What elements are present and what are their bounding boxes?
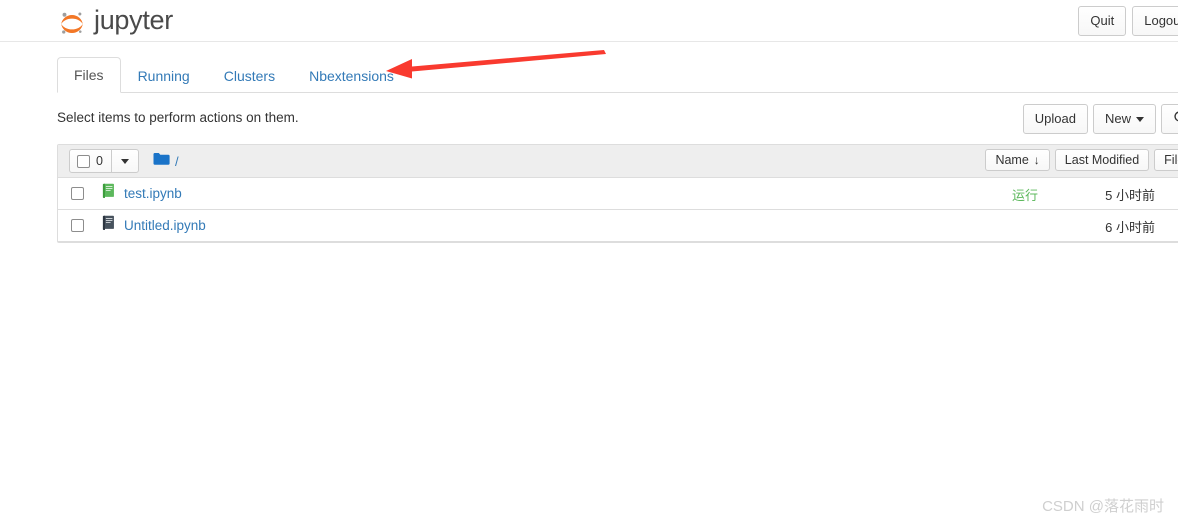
arrow-down-icon: ↓ [1033, 153, 1040, 167]
jupyter-notebook-dashboard: jupyter Quit Logout Files Running Cluste… [0, 0, 1178, 524]
refresh-button[interactable] [1161, 104, 1178, 134]
select-all-checkbox[interactable]: 0 [70, 150, 111, 172]
last-modified-value: 5 小时前 [1105, 187, 1155, 203]
row-checkbox[interactable] [71, 187, 84, 200]
file-link[interactable]: Untitled.ipynb [124, 218, 206, 233]
selected-count: 0 [96, 153, 103, 168]
jupyter-logo-icon [57, 7, 87, 37]
select-dropdown-button[interactable] [110, 150, 138, 172]
table-row[interactable]: Untitled.ipynb 6 小时前 946 [58, 210, 1178, 242]
notebook-icon [101, 215, 116, 236]
tab-files[interactable]: Files [57, 56, 121, 93]
row-checkbox[interactable] [71, 219, 84, 232]
select-all-group: 0 [69, 149, 139, 173]
breadcrumb: / [153, 152, 179, 171]
sort-name-button[interactable]: Name ↓ [985, 149, 1050, 171]
quit-button[interactable]: Quit [1078, 6, 1127, 36]
sort-last-modified-label: Last Modified [1064, 153, 1140, 167]
sort-name-label: Name [995, 153, 1029, 167]
select-items-hint: Select items to perform actions on them. [57, 110, 299, 125]
tab-clusters[interactable]: Clusters [207, 58, 292, 93]
chevron-down-icon [120, 158, 129, 164]
toolbar-button-group: Upload New [1022, 104, 1178, 134]
chevron-down-icon [1136, 117, 1144, 123]
sort-file-size-label: File size [1164, 153, 1178, 167]
list-toolbar: Select items to perform actions on them.… [0, 104, 1178, 134]
brand-title: jupyter [94, 4, 173, 35]
table-row[interactable]: test.ipynb 运行 5 小时前 981 [58, 178, 1178, 210]
file-list-header: 0 / Name ↓ Last Modified Fil [58, 145, 1178, 178]
notebook-running-icon [101, 183, 116, 204]
new-dropdown-button[interactable]: New [1092, 104, 1156, 134]
upload-button[interactable]: Upload [1022, 104, 1088, 134]
sort-button-group: Name ↓ Last Modified File size [985, 149, 1178, 171]
jupyter-brand-link[interactable]: jupyter [57, 0, 173, 42]
new-dropdown-label: New [1104, 111, 1131, 126]
sort-last-modified-button[interactable]: Last Modified [1054, 149, 1150, 171]
logout-button[interactable]: Logout [1132, 6, 1178, 36]
checkbox-icon [77, 154, 90, 168]
row-meta: 运行 5 小时前 981 [1012, 178, 1178, 210]
watermark: CSDN @落花雨时 [1042, 498, 1164, 515]
breadcrumb-root-link[interactable]: / [175, 154, 179, 169]
sort-file-size-button[interactable]: File size [1154, 149, 1178, 171]
refresh-icon [1173, 111, 1178, 126]
file-size-value: 946 [1155, 219, 1178, 234]
site-header: jupyter Quit Logout [0, 0, 1178, 42]
tab-running[interactable]: Running [121, 58, 207, 93]
file-size-value: 981 [1155, 187, 1178, 202]
last-modified-value: 6 小时前 [1105, 219, 1155, 235]
folder-icon [153, 152, 170, 171]
header-button-group: Quit Logout [1078, 6, 1178, 36]
status-badge: 运行 [1011, 187, 1038, 203]
tab-bar-wrapper: Files Running Clusters Nbextensions [0, 56, 1178, 93]
file-link[interactable]: test.ipynb [124, 186, 182, 201]
file-list-panel: 0 / Name ↓ Last Modified Fil test.ipynb … [57, 144, 1178, 243]
row-meta: 6 小时前 946 [1038, 210, 1178, 242]
tab-bar: Files Running Clusters Nbextensions [57, 56, 1178, 93]
tab-nbextensions[interactable]: Nbextensions [292, 58, 411, 93]
